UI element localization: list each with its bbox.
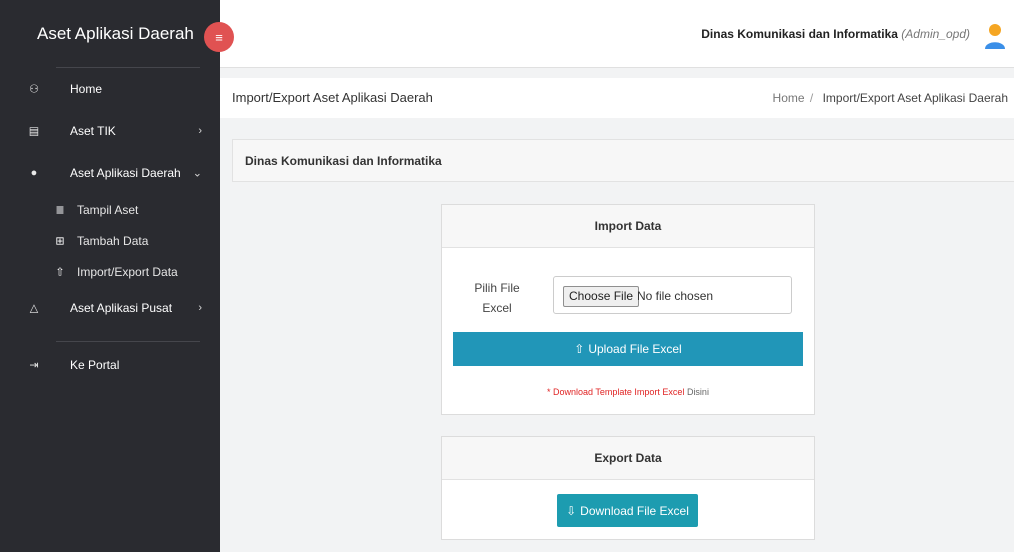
download-button-label: Download File Excel [580,503,689,518]
file-label-line-2: Excel [482,301,512,315]
download-template-link[interactable]: * Download Template Import Excel Disini [442,387,814,397]
import-panel-title: Import Data [442,205,814,248]
sidebar-item-label: Aset Aplikasi Pusat [70,301,173,315]
sidebar-item-ke-portal[interactable]: ⇥ Ke Portal [0,344,220,386]
sidebar-subitem-tampil-aset[interactable]: ≣ Tampil Aset [0,194,220,225]
list-icon: ≣ [55,204,65,216]
export-panel: Export Data ⇩ Download File Excel [441,436,815,540]
sidebar-item-label: Aset Aplikasi Daerah [70,166,181,180]
chevron-right-icon: › [198,302,202,314]
sidebar: Aset Aplikasi Daerah ⚇ Home ▤ Aset TIK ›… [0,0,220,552]
upload-icon: ⇧ [55,266,65,278]
sign-in-icon: ⇥ [29,359,39,372]
breadcrumb-home[interactable]: Home [773,91,805,105]
upload-button-label: Upload File Excel [588,342,682,356]
download-icon: ⇩ [566,503,577,518]
briefcase-icon: ▤ [28,125,40,138]
file-status: No file chosen [637,289,714,303]
plus-square-icon: ⊞ [55,235,65,247]
sidebar-item-label: Aset TIK [70,124,116,138]
topbar: Dinas Komunikasi dan Informatika (Admin_… [220,0,1014,68]
org-title: Dinas Komunikasi dan Informatika [245,154,442,168]
page-title: Import/Export Aset Aplikasi Daerah [232,90,433,105]
sidebar-item-aset-aplikasi-pusat[interactable]: △ Aset Aplikasi Pusat › [0,287,220,329]
file-input[interactable]: Choose File No file chosen [553,276,792,314]
sidebar-subitem-tambah-data[interactable]: ⊞ Tambah Data [0,225,220,256]
chevron-down-icon: ⌄ [192,167,202,180]
upload-icon: ⇧ [574,342,585,356]
sidebar-item-label: Home [70,82,103,96]
brand-title[interactable]: Aset Aplikasi Daerah [37,24,194,44]
upload-file-button[interactable]: ⇧ Upload File Excel [453,332,803,366]
download-file-button[interactable]: ⇩ Download File Excel [557,494,698,527]
dashboard-icon: ⚇ [29,83,39,96]
file-label-line-1: Pilih File [474,281,520,295]
menu-toggle-button[interactable]: ≡ [204,22,234,52]
breadcrumb-current: Import/Export Aset Aplikasi Daerah [822,91,1008,105]
sidebar-subitem-label: Tampil Aset [77,202,139,217]
linux-icon: △ [29,302,39,315]
file-label: Pilih File Excel [472,278,522,318]
user-avatar-icon[interactable] [984,22,1006,50]
template-link-text: * Download Template Import Excel [547,387,685,397]
template-link-suffix: Disini [684,387,709,397]
chevron-right-icon: › [198,125,202,137]
user-role: (Admin_opd) [901,27,970,41]
sidebar-item-aset-tik[interactable]: ▤ Aset TIK › [0,110,220,152]
page-header: Import/Export Aset Aplikasi Daerah Home … [220,78,1014,118]
sidebar-subitem-import-export[interactable]: ⇧ Import/Export Data [0,256,220,287]
choose-file-button[interactable]: Choose File [563,286,640,307]
breadcrumb-separator: / [809,91,814,105]
sidebar-subitem-label: Import/Export Data [77,264,178,279]
export-panel-title: Export Data [442,437,814,480]
nav-divider [56,341,200,342]
brand: Aset Aplikasi Daerah [0,0,220,68]
breadcrumb: Home / Import/Export Aset Aplikasi Daera… [773,91,1008,105]
menu-toggle-icon: ≡ [215,29,223,45]
sidebar-item-home[interactable]: ⚇ Home [0,68,220,110]
org-card-header: Dinas Komunikasi dan Informatika [232,139,1014,182]
android-icon: ● [30,167,38,179]
user-info[interactable]: Dinas Komunikasi dan Informatika (Admin_… [701,27,970,41]
import-panel: Import Data Pilih File Excel Choose File… [441,204,815,415]
sidebar-item-label: Ke Portal [70,358,120,372]
submenu-aset-aplikasi-daerah: ≣ Tampil Aset ⊞ Tambah Data ⇧ Import/Exp… [0,194,220,287]
user-org: Dinas Komunikasi dan Informatika [701,27,898,41]
sidebar-subitem-label: Tambah Data [77,233,149,248]
sidebar-item-aset-aplikasi-daerah[interactable]: ● Aset Aplikasi Daerah ⌄ [0,152,220,194]
